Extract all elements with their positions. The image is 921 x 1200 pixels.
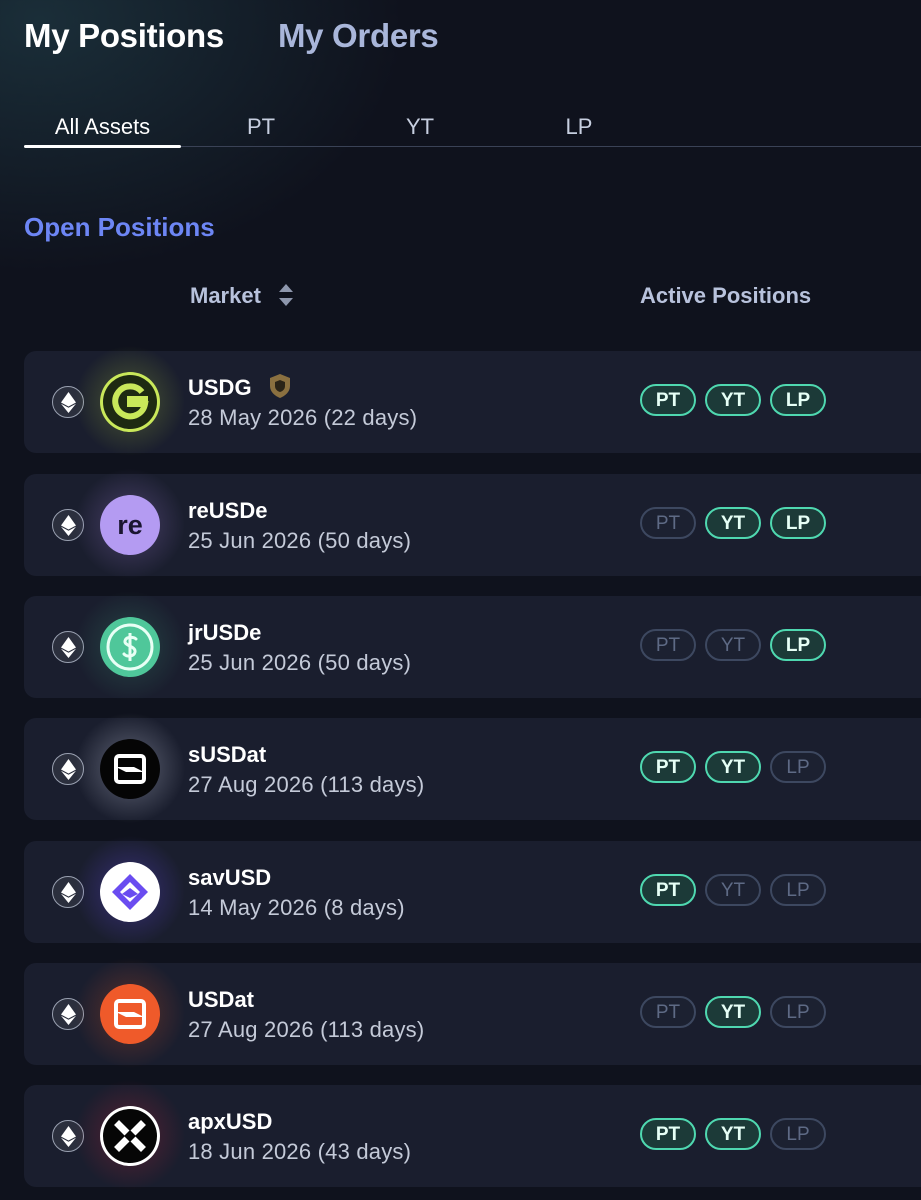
pill-yt[interactable]: YT: [705, 1118, 761, 1150]
usdg-logo: [100, 372, 160, 432]
table-row[interactable]: savUSD 14 May 2026 (8 days) PT YT LP: [24, 831, 921, 951]
active-positions: PT YT LP: [640, 384, 826, 416]
jrusde-logo: [100, 617, 160, 677]
pill-pt[interactable]: PT: [640, 384, 696, 416]
ethereum-icon: [52, 509, 84, 541]
token-name: savUSD: [188, 865, 272, 890]
token-name: reUSDe: [188, 498, 268, 523]
maturity-date: 27 Aug 2026 (113 days): [188, 1017, 425, 1042]
asset-tabs: All Assets PT YT LP: [24, 108, 921, 148]
maturity-date: 25 Jun 2026 (50 days): [188, 650, 412, 675]
tab-pt[interactable]: PT: [224, 108, 298, 146]
tab-yt[interactable]: YT: [383, 108, 457, 146]
pill-lp[interactable]: LP: [770, 996, 826, 1028]
active-positions: PT YT LP: [640, 996, 826, 1028]
maturity-date: 27 Aug 2026 (113 days): [188, 772, 425, 797]
usdat-logo: [100, 984, 160, 1044]
pill-lp[interactable]: LP: [770, 874, 826, 906]
pill-pt[interactable]: PT: [640, 1118, 696, 1150]
ethereum-icon: [52, 631, 84, 663]
column-header-active-positions: Active Positions: [640, 283, 812, 308]
active-positions: PT YT LP: [640, 751, 826, 783]
pill-yt[interactable]: YT: [705, 751, 761, 783]
column-header-market[interactable]: Market: [190, 280, 295, 312]
pill-lp[interactable]: LP: [770, 507, 826, 539]
sort-icon[interactable]: [277, 282, 295, 308]
apxusd-logo: [100, 1106, 160, 1166]
token-name: USDG: [188, 374, 292, 401]
tab-my-positions[interactable]: My Positions: [24, 14, 224, 58]
active-positions: PT YT LP: [640, 629, 826, 661]
susdat-logo: [100, 739, 160, 799]
pill-lp[interactable]: LP: [770, 1118, 826, 1150]
maturity-date: 18 Jun 2026 (43 days): [188, 1139, 412, 1164]
ethereum-icon: [52, 386, 84, 418]
section-title-open-positions: Open Positions: [24, 212, 215, 242]
table-row[interactable]: USDG 28 May 2026 (22 days) PT YT LP: [24, 341, 921, 461]
table-row[interactable]: apxUSD 18 Jun 2026 (43 days) PT YT LP: [24, 1075, 921, 1195]
ethereum-icon: [52, 876, 84, 908]
token-name: jrUSDe: [188, 620, 262, 645]
pill-pt[interactable]: PT: [640, 996, 696, 1028]
token-name: apxUSD: [188, 1109, 273, 1134]
active-positions: PT YT LP: [640, 874, 826, 906]
pill-lp[interactable]: LP: [770, 751, 826, 783]
token-name: USDat: [188, 987, 255, 1012]
tab-all-assets[interactable]: All Assets: [24, 108, 181, 148]
table-row[interactable]: jrUSDe 25 Jun 2026 (50 days) PT YT LP: [24, 586, 921, 706]
pill-yt[interactable]: YT: [705, 996, 761, 1028]
maturity-date: 28 May 2026 (22 days): [188, 405, 418, 430]
active-positions: PT YT LP: [640, 1118, 826, 1150]
column-header-market-label: Market: [190, 283, 261, 308]
savusd-logo: [100, 862, 160, 922]
ethereum-icon: [52, 753, 84, 785]
pill-lp[interactable]: LP: [770, 384, 826, 416]
tab-my-orders[interactable]: My Orders: [278, 14, 439, 58]
maturity-date: 25 Jun 2026 (50 days): [188, 528, 412, 553]
table-row[interactable]: USDat 27 Aug 2026 (113 days) PT YT LP: [24, 953, 921, 1073]
token-name: sUSDat: [188, 742, 267, 767]
pill-yt[interactable]: YT: [705, 384, 761, 416]
ethereum-icon: [52, 1120, 84, 1152]
svg-text:re: re: [117, 510, 143, 540]
pill-lp[interactable]: LP: [770, 629, 826, 661]
tab-lp[interactable]: LP: [542, 108, 616, 146]
top-tabs: My Positions My Orders: [24, 14, 439, 58]
pill-pt[interactable]: PT: [640, 751, 696, 783]
pill-yt[interactable]: YT: [705, 507, 761, 539]
maturity-date: 14 May 2026 (8 days): [188, 895, 405, 920]
token-name-label: USDG: [188, 375, 252, 400]
pill-pt[interactable]: PT: [640, 629, 696, 661]
pill-pt[interactable]: PT: [640, 874, 696, 906]
ethereum-icon: [52, 998, 84, 1030]
pill-yt[interactable]: YT: [705, 874, 761, 906]
pill-yt[interactable]: YT: [705, 629, 761, 661]
shield-icon: [269, 374, 290, 399]
reusde-logo: re: [100, 495, 160, 555]
table-row[interactable]: sUSDat 27 Aug 2026 (113 days) PT YT LP: [24, 708, 921, 828]
active-positions: PT YT LP: [640, 507, 826, 539]
pill-pt[interactable]: PT: [640, 507, 696, 539]
table-row[interactable]: re reUSDe 25 Jun 2026 (50 days) PT YT LP: [24, 464, 921, 584]
